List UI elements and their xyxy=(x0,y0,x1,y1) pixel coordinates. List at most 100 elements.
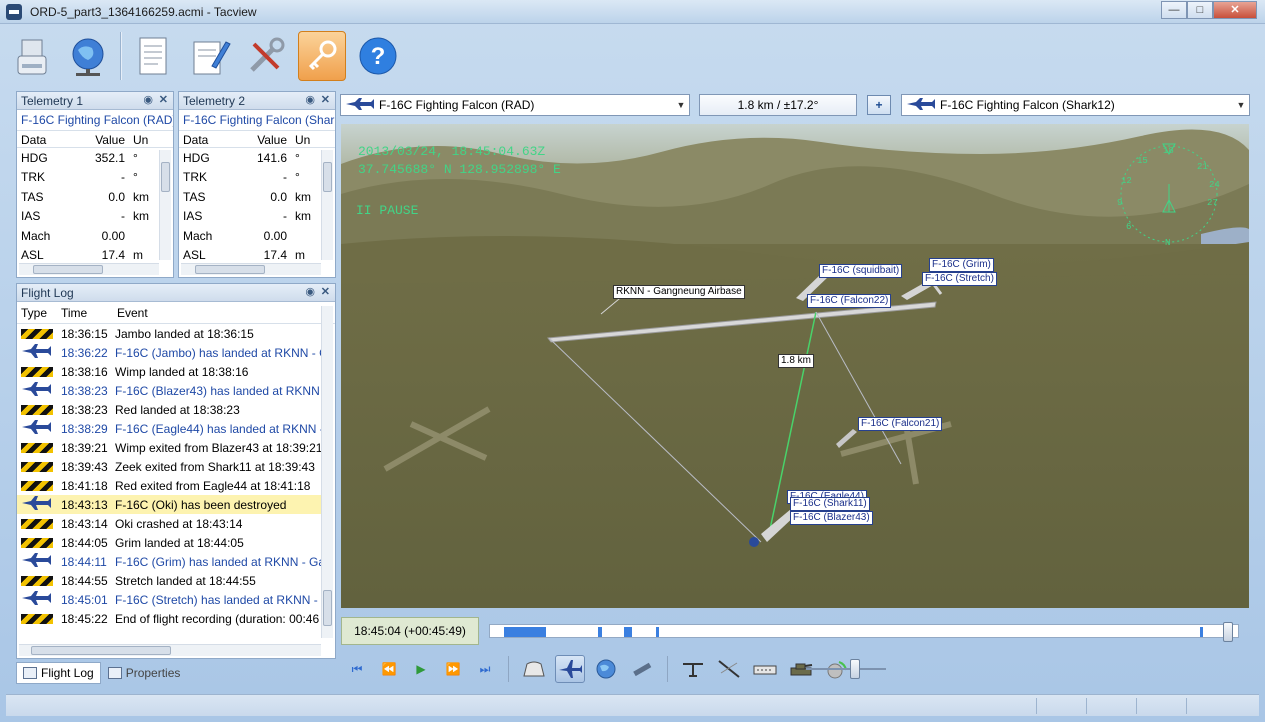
rewind-icon[interactable]: ⏪ xyxy=(376,656,402,682)
telemetry-2-hscroll[interactable] xyxy=(181,263,321,275)
close-panel-icon[interactable]: ✕ xyxy=(321,285,330,298)
skip-to-start-icon[interactable]: ⏮ xyxy=(344,656,370,682)
log-row[interactable]: 18:38:23 F-16C (Blazer43) has landed at R… xyxy=(17,381,321,400)
log-type xyxy=(17,404,57,415)
timeline-track[interactable] xyxy=(489,622,1239,642)
log-row[interactable]: 18:44:11 F-16C (Grim) has landed at RKNN … xyxy=(17,552,321,571)
telemetry-unit: km xyxy=(133,189,149,204)
cockpit-view-icon[interactable] xyxy=(519,655,549,683)
document-icon[interactable] xyxy=(130,31,178,81)
trajectory-view-icon[interactable] xyxy=(714,655,744,683)
log-row[interactable]: 18:38:23 Red landed at 18:38:23 xyxy=(17,400,321,419)
log-row[interactable]: 18:43:13 F-16C (Oki) has been destroyed xyxy=(17,495,321,514)
timeline-scrubber[interactable] xyxy=(1223,622,1233,642)
telemetry-value: 17.4 xyxy=(263,248,287,263)
aircraft-label-falcon22[interactable]: F-16C (Falcon22) xyxy=(807,294,892,308)
playback-speed-slider-thumb[interactable] xyxy=(850,659,860,679)
pin-icon[interactable]: ◉ xyxy=(305,285,315,298)
satellite-view-icon[interactable] xyxy=(627,655,657,683)
notepad-pen-icon[interactable] xyxy=(186,31,234,81)
log-time: 18:39:21 xyxy=(61,440,108,455)
flight-log-vscroll[interactable] xyxy=(321,306,333,638)
close-panel-icon[interactable]: ✕ xyxy=(321,93,330,106)
col-value[interactable]: Value xyxy=(77,131,129,147)
log-row[interactable]: 18:41:18 Red exited from Eagle44 at 18:41… xyxy=(17,476,321,495)
key-icon[interactable] xyxy=(298,31,346,81)
help-icon[interactable]: ? xyxy=(354,31,402,81)
aircraft-label-shark11[interactable]: F-16C (Shark11) xyxy=(790,497,870,511)
telemetry-row[interactable]: TAS 0.0 km xyxy=(179,187,335,207)
telemetry-row[interactable]: TAS 0.0 km xyxy=(17,187,173,207)
chevron-down-icon[interactable]: ▼ xyxy=(673,100,689,110)
col-unit[interactable]: Un xyxy=(291,131,317,147)
log-row[interactable]: 18:39:21 Wimp exited from Blazer43 at 18:… xyxy=(17,438,321,457)
close-button[interactable]: ✕ xyxy=(1213,1,1257,19)
external-view-icon[interactable] xyxy=(555,655,585,683)
log-row[interactable]: 18:36:22 F-16C (Jambo) has landed at RKNN… xyxy=(17,343,321,362)
globe-network-icon[interactable] xyxy=(64,31,112,81)
3d-viewport[interactable]: 2013/03/24, 18:45:04.63Z 37.745688° N 12… xyxy=(341,124,1249,608)
telemetry-param: TAS xyxy=(21,189,44,204)
secondary-object-select[interactable]: F-16C Fighting Falcon (Shark12) ▼ xyxy=(901,94,1250,116)
telemetry-row[interactable]: IAS - km xyxy=(17,207,173,227)
svg-text:?: ? xyxy=(371,43,386,70)
log-row[interactable]: 18:44:55 Stretch landed at 18:44:55 xyxy=(17,571,321,590)
telemetry-1-object[interactable]: F-16C Fighting Falcon (RAD) xyxy=(17,110,173,130)
tactical-view-icon[interactable] xyxy=(678,655,708,683)
telemetry-row[interactable]: Mach 0.00 xyxy=(179,226,335,246)
minimize-button[interactable]: — xyxy=(1161,1,1187,19)
col-unit[interactable]: Un xyxy=(129,131,155,147)
tools-icon[interactable] xyxy=(242,31,290,81)
aircraft-label-blazer43[interactable]: F-16C (Blazer43) xyxy=(790,511,873,525)
log-row[interactable]: 18:38:16 Wimp landed at 18:38:16 xyxy=(17,362,321,381)
col-event[interactable]: Event xyxy=(113,304,152,322)
aircraft-label-squidbait[interactable]: F-16C (squidbait) xyxy=(819,264,903,278)
chevron-down-icon[interactable]: ▼ xyxy=(1233,100,1249,110)
aircraft-label-grim[interactable]: F-16C (Grim) xyxy=(929,258,994,272)
runway-view-icon[interactable] xyxy=(750,655,780,683)
telemetry-row[interactable]: HDG 352.1 ° xyxy=(17,148,173,168)
play-icon[interactable]: ▶ xyxy=(408,656,434,682)
tab-properties[interactable]: Properties xyxy=(101,662,188,684)
maximize-button[interactable]: □ xyxy=(1187,1,1213,19)
telemetry-row[interactable]: IAS - km xyxy=(179,207,335,227)
pin-icon[interactable]: ◉ xyxy=(305,93,315,106)
log-row[interactable]: 18:43:14 Oki crashed at 18:43:14 xyxy=(17,514,321,533)
log-row[interactable]: 18:38:29 F-16C (Eagle44) has landed at RK… xyxy=(17,419,321,438)
col-type[interactable]: Type xyxy=(17,304,57,322)
log-row[interactable]: 18:44:05 Grim landed at 18:44:05 xyxy=(17,533,321,552)
log-row[interactable]: 18:45:01 F-16C (Stretch) has landed at RK… xyxy=(17,590,321,609)
fast-forward-icon[interactable]: ⏩ xyxy=(440,656,466,682)
airbase-label[interactable]: RKNN - Gangneung Airbase xyxy=(613,285,745,299)
tab-flight-log[interactable]: Flight Log xyxy=(16,662,101,684)
col-value[interactable]: Value xyxy=(239,131,291,147)
pin-icon[interactable]: ◉ xyxy=(143,93,153,106)
globe-view-icon[interactable] xyxy=(591,655,621,683)
aircraft-label-stretch[interactable]: F-16C (Stretch) xyxy=(922,272,997,286)
telemetry-row[interactable]: TRK - ° xyxy=(17,168,173,188)
log-event: F-16C (Oki) has been destroyed xyxy=(115,497,287,512)
aircraft-label-falcon21[interactable]: F-16C (Falcon21) xyxy=(858,417,943,431)
telemetry-1-vscroll[interactable] xyxy=(159,150,171,260)
log-row[interactable]: 18:36:15 Jambo landed at 18:36:15 xyxy=(17,324,321,343)
log-row[interactable]: 18:39:43 Zeek exited from Shark11 at 18:3… xyxy=(17,457,321,476)
telemetry-row[interactable]: TRK - ° xyxy=(179,168,335,188)
col-data[interactable]: Data xyxy=(179,131,239,147)
flight-log-hscroll[interactable] xyxy=(19,644,321,656)
add-object-button[interactable]: + xyxy=(867,95,891,115)
telemetry-param: HDG xyxy=(21,150,48,165)
window-title: ORD-5_part3_1364166259.acmi - Tacview xyxy=(30,5,257,19)
telemetry-1-hscroll[interactable] xyxy=(19,263,159,275)
close-panel-icon[interactable]: ✕ xyxy=(159,93,168,106)
col-data[interactable]: Data xyxy=(17,131,77,147)
telemetry-row[interactable]: Mach 0.00 xyxy=(17,226,173,246)
primary-object-select[interactable]: F-16C Fighting Falcon (RAD) ▼ xyxy=(340,94,690,116)
telemetry-2-vscroll[interactable] xyxy=(321,150,333,260)
telemetry-2-object[interactable]: F-16C Fighting Falcon (Shar xyxy=(179,110,335,130)
col-time[interactable]: Time xyxy=(57,304,113,322)
skip-to-end-icon[interactable]: ⏭ xyxy=(472,656,498,682)
telemetry-row[interactable]: HDG 141.6 ° xyxy=(179,148,335,168)
usb-drive-icon[interactable] xyxy=(8,31,56,81)
playback-speed-slider-track[interactable] xyxy=(806,668,886,670)
log-row[interactable]: 18:45:22 End of flight recording (duratio… xyxy=(17,609,321,628)
